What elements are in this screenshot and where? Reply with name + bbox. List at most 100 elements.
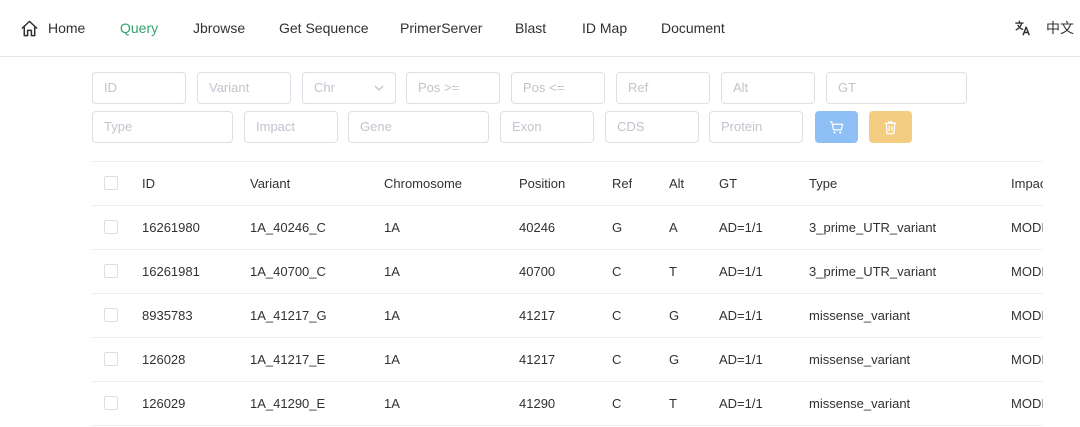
ref-placeholder: Ref bbox=[628, 80, 649, 95]
nav-jbrowse-label: Jbrowse bbox=[193, 20, 246, 36]
nav-get-sequence[interactable]: Get Sequence bbox=[279, 0, 369, 56]
select-all-checkbox[interactable] bbox=[104, 176, 118, 190]
cell-chromosome: 1A bbox=[384, 352, 400, 367]
cell-variant: 1A_40246_C bbox=[250, 220, 326, 235]
delete-button[interactable] bbox=[869, 111, 912, 143]
cell-alt: G bbox=[669, 352, 680, 367]
home-icon bbox=[21, 20, 38, 36]
pos-max-input[interactable]: Pos <= bbox=[511, 72, 605, 104]
cell-impact: MODI bbox=[1011, 396, 1043, 411]
header-impact[interactable]: Impac bbox=[1011, 162, 1043, 206]
protein-input[interactable]: Protein bbox=[709, 111, 803, 143]
impact-input[interactable]: Impact bbox=[244, 111, 338, 143]
cell-ref: G bbox=[612, 220, 623, 235]
cell-variant: 1A_41217_E bbox=[250, 352, 326, 367]
cell-chromosome: 1A bbox=[384, 220, 400, 235]
cell-type: 3_prime_UTR_variant bbox=[809, 220, 937, 235]
cell-id: 126028 bbox=[142, 352, 186, 367]
cell-gt: AD=1/1 bbox=[719, 264, 763, 279]
cds-input[interactable]: CDS bbox=[605, 111, 699, 143]
cart-button[interactable] bbox=[815, 111, 858, 143]
nav-document[interactable]: Document bbox=[661, 0, 725, 56]
pos-max-placeholder: Pos <= bbox=[523, 80, 565, 95]
table-row[interactable]: 16261980 1A_40246_C 1A 40246 G A AD=1/1 … bbox=[92, 206, 1043, 250]
nav-primer-server-label: PrimerServer bbox=[400, 20, 483, 36]
cell-gt: AD=1/1 bbox=[719, 396, 763, 411]
cell-variant: 1A_41217_G bbox=[250, 308, 327, 323]
cell-id: 126029 bbox=[142, 396, 186, 411]
row-checkbox[interactable] bbox=[104, 264, 118, 278]
header-ref[interactable]: Ref bbox=[612, 162, 632, 206]
table-row[interactable]: 16261981 1A_40700_C 1A 40700 C T AD=1/1 … bbox=[92, 250, 1043, 294]
table-row[interactable]: 126028 1A_41217_E 1A 41217 C G AD=1/1 mi… bbox=[92, 338, 1043, 382]
cds-placeholder: CDS bbox=[617, 119, 645, 134]
cell-position: 40700 bbox=[519, 264, 556, 279]
cell-impact: MODI bbox=[1011, 264, 1043, 279]
cart-icon bbox=[829, 120, 844, 133]
exon-input[interactable]: Exon bbox=[500, 111, 594, 143]
cell-ref: C bbox=[612, 264, 622, 279]
chr-select[interactable]: Chr bbox=[302, 72, 396, 104]
cell-gt: AD=1/1 bbox=[719, 220, 763, 235]
nav-home[interactable]: Home bbox=[20, 0, 85, 56]
header-position[interactable]: Position bbox=[519, 162, 565, 206]
gene-placeholder: Gene bbox=[360, 119, 392, 134]
row-checkbox[interactable] bbox=[104, 308, 118, 322]
variant-input[interactable]: Variant bbox=[197, 72, 291, 104]
cell-chromosome: 1A bbox=[384, 264, 400, 279]
cell-alt: T bbox=[669, 264, 677, 279]
cell-impact: MODI bbox=[1011, 220, 1043, 235]
chr-placeholder: Chr bbox=[314, 80, 335, 95]
cell-impact: MODI bbox=[1011, 352, 1043, 367]
nav-document-label: Document bbox=[661, 20, 725, 36]
cell-type: missense_variant bbox=[809, 396, 911, 411]
alt-input[interactable]: Alt bbox=[721, 72, 815, 104]
type-placeholder: Type bbox=[104, 119, 133, 134]
nav-query-label: Query bbox=[120, 20, 159, 36]
header-id[interactable]: ID bbox=[142, 162, 155, 206]
table-row[interactable]: 126029 1A_41290_E 1A 41290 C T AD=1/1 mi… bbox=[92, 382, 1043, 426]
gt-input[interactable]: GT bbox=[826, 72, 967, 104]
exon-placeholder: Exon bbox=[512, 119, 542, 134]
type-input[interactable]: Type bbox=[92, 111, 233, 143]
header-variant[interactable]: Variant bbox=[250, 162, 290, 206]
cell-alt: G bbox=[669, 308, 680, 323]
cell-variant: 1A_40700_C bbox=[250, 264, 326, 279]
cell-impact: MODI bbox=[1011, 308, 1043, 323]
translate-icon bbox=[1015, 20, 1030, 36]
header-gt[interactable]: GT bbox=[719, 162, 737, 206]
row-checkbox[interactable] bbox=[104, 396, 118, 410]
nav-primer-server[interactable]: PrimerServer bbox=[400, 0, 482, 56]
cell-position: 41217 bbox=[519, 308, 556, 323]
cell-alt: T bbox=[669, 396, 677, 411]
header-chromosome[interactable]: Chromosome bbox=[384, 162, 462, 206]
language-switch[interactable]: 中文 bbox=[1014, 0, 1074, 56]
trash-icon bbox=[884, 120, 897, 134]
nav-query[interactable]: Query bbox=[120, 0, 158, 56]
cell-gt: AD=1/1 bbox=[719, 352, 763, 367]
cell-type: missense_variant bbox=[809, 352, 911, 367]
cell-id: 8935783 bbox=[142, 308, 193, 323]
row-checkbox[interactable] bbox=[104, 220, 118, 234]
nav-id-map[interactable]: ID Map bbox=[582, 0, 627, 56]
header-type[interactable]: Type bbox=[809, 162, 837, 206]
row-checkbox[interactable] bbox=[104, 352, 118, 366]
cell-id: 16261980 bbox=[142, 220, 200, 235]
cell-type: missense_variant bbox=[809, 308, 911, 323]
table-row[interactable]: 8935783 1A_41217_G 1A 41217 C G AD=1/1 m… bbox=[92, 294, 1043, 338]
pos-min-input[interactable]: Pos >= bbox=[406, 72, 500, 104]
nav-blast[interactable]: Blast bbox=[515, 0, 546, 56]
cell-gt: AD=1/1 bbox=[719, 308, 763, 323]
header-alt[interactable]: Alt bbox=[669, 162, 684, 206]
language-label: 中文 bbox=[1046, 20, 1074, 36]
id-input[interactable]: ID bbox=[92, 72, 186, 104]
cell-alt: A bbox=[669, 220, 678, 235]
ref-input[interactable]: Ref bbox=[616, 72, 710, 104]
nav-id-map-label: ID Map bbox=[582, 20, 628, 36]
alt-placeholder: Alt bbox=[733, 80, 749, 95]
nav-jbrowse[interactable]: Jbrowse bbox=[193, 0, 245, 56]
impact-placeholder: Impact bbox=[256, 119, 296, 134]
cell-position: 41290 bbox=[519, 396, 556, 411]
cell-chromosome: 1A bbox=[384, 308, 400, 323]
gene-input[interactable]: Gene bbox=[348, 111, 489, 143]
